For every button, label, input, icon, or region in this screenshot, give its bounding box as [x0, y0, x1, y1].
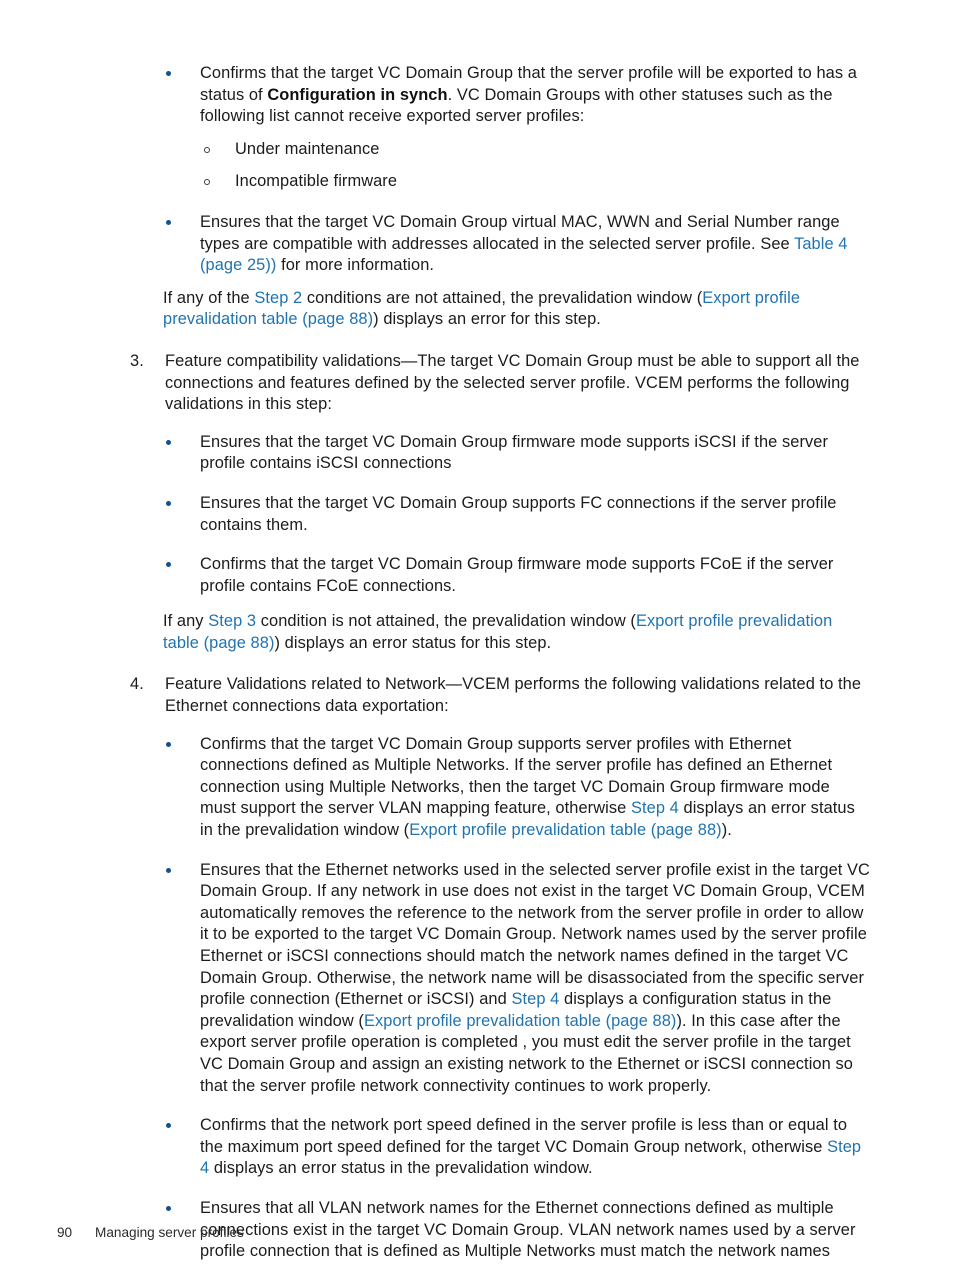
text-run: If any	[163, 612, 209, 631]
list-item-text: Confirms that the target VC Domain Group…	[200, 735, 855, 839]
step-link[interactable]: Step 4	[511, 990, 559, 1008]
bullet-dot-icon	[166, 439, 171, 445]
text-run: conditions are not attained, the prevali…	[302, 288, 703, 307]
sub-list-item: Under maintenance	[204, 139, 870, 161]
sub-list-item-label: Incompatible firmware	[235, 172, 398, 191]
list-item-label: Ensures that all VLAN network names for …	[200, 1198, 856, 1261]
list-item-text: Confirms that the target VC Domain Group…	[200, 64, 857, 125]
bullet-dot-icon	[166, 562, 171, 568]
bullet-dot-icon	[166, 219, 171, 225]
list-number: 4.	[130, 675, 144, 694]
numbered-item-text: Feature compatibility validations—The ta…	[165, 351, 860, 414]
cross-reference-link[interactable]: Export profile prevalidation table (page…	[409, 821, 722, 839]
bullet-dot-icon	[166, 741, 171, 747]
list-item-text: Ensures that the target VC Domain Group …	[200, 213, 848, 274]
text-run: ) displays an error status for this step…	[274, 633, 552, 652]
page-footer: 90 Managing server profiles	[57, 1224, 244, 1242]
bullet-dot-icon	[166, 1123, 171, 1129]
list-number: 3.	[130, 351, 144, 370]
list-item-label: Ensures that the target VC Domain Group …	[200, 432, 829, 473]
numbered-list-item-3: 3. Feature compatibility validations—The…	[130, 351, 870, 416]
cross-reference-link[interactable]: Export profile prevalidation table (page…	[364, 1012, 677, 1030]
numbered-list-item-4: 4. Feature Validations related to Networ…	[130, 674, 870, 717]
list-item-label: Confirms that the target VC Domain Group…	[200, 555, 834, 595]
numbered-item-text: Feature Validations related to Network—V…	[165, 675, 862, 716]
step-link[interactable]: Step 2	[254, 289, 302, 307]
sub-list-item-label: Under maintenance	[235, 139, 380, 158]
step-link[interactable]: Step 4	[631, 799, 679, 817]
footer-chapter-title: Managing server profiles	[95, 1225, 244, 1240]
list-item: Confirms that the target VC Domain Group…	[165, 554, 870, 597]
hollow-bullet-icon	[204, 146, 210, 153]
bullet-dot-icon	[166, 500, 171, 506]
bullet-dot-icon	[166, 1205, 171, 1211]
list-item: Ensures that the target VC Domain Group …	[165, 432, 870, 475]
list-item: Confirms that the target VC Domain Group…	[165, 63, 870, 128]
list-item: Ensures that all VLAN network names for …	[165, 1198, 870, 1263]
list-item: Ensures that the Ethernet networks used …	[165, 860, 870, 1098]
emphasis-text: Configuration in synch	[267, 85, 448, 104]
text-run: Ensures that the Ethernet networks used …	[200, 860, 870, 1009]
bullet-dot-icon	[166, 867, 171, 873]
step-link[interactable]: Step 3	[208, 612, 256, 630]
text-run: ) displays an error for this step.	[373, 310, 601, 329]
text-run: If any of the	[163, 288, 255, 307]
list-item-text: Confirms that the network port speed def…	[200, 1116, 861, 1177]
text-run: Confirms that the network port speed def…	[200, 1116, 848, 1156]
page-content: Confirms that the target VC Domain Group…	[0, 52, 954, 1263]
document-page: Confirms that the target VC Domain Group…	[0, 0, 954, 1271]
list-item: Confirms that the network port speed def…	[165, 1115, 870, 1180]
text-run: ).	[721, 821, 732, 840]
bullet-dot-icon	[166, 71, 171, 76]
list-item-label: Ensures that the target VC Domain Group …	[200, 493, 837, 534]
list-item: Ensures that the target VC Domain Group …	[165, 212, 870, 277]
hollow-bullet-icon	[204, 179, 210, 186]
list-item-text: Ensures that the Ethernet networks used …	[200, 861, 870, 1095]
footer-page-number: 90	[57, 1225, 73, 1240]
list-item: Confirms that the target VC Domain Group…	[165, 734, 870, 842]
list-item: Ensures that the target VC Domain Group …	[165, 493, 870, 536]
paragraph: If any Step 3 condition is not attained,…	[163, 611, 870, 654]
text-run: condition is not attained, the prevalida…	[256, 612, 636, 631]
text-run: for more information.	[276, 256, 435, 275]
paragraph: If any of the Step 2 conditions are not …	[163, 288, 870, 331]
text-run: displays an error status in the prevalid…	[209, 1159, 593, 1178]
sub-list-item: Incompatible firmware	[204, 171, 870, 193]
text-run: Ensures that the target VC Domain Group …	[200, 212, 840, 253]
